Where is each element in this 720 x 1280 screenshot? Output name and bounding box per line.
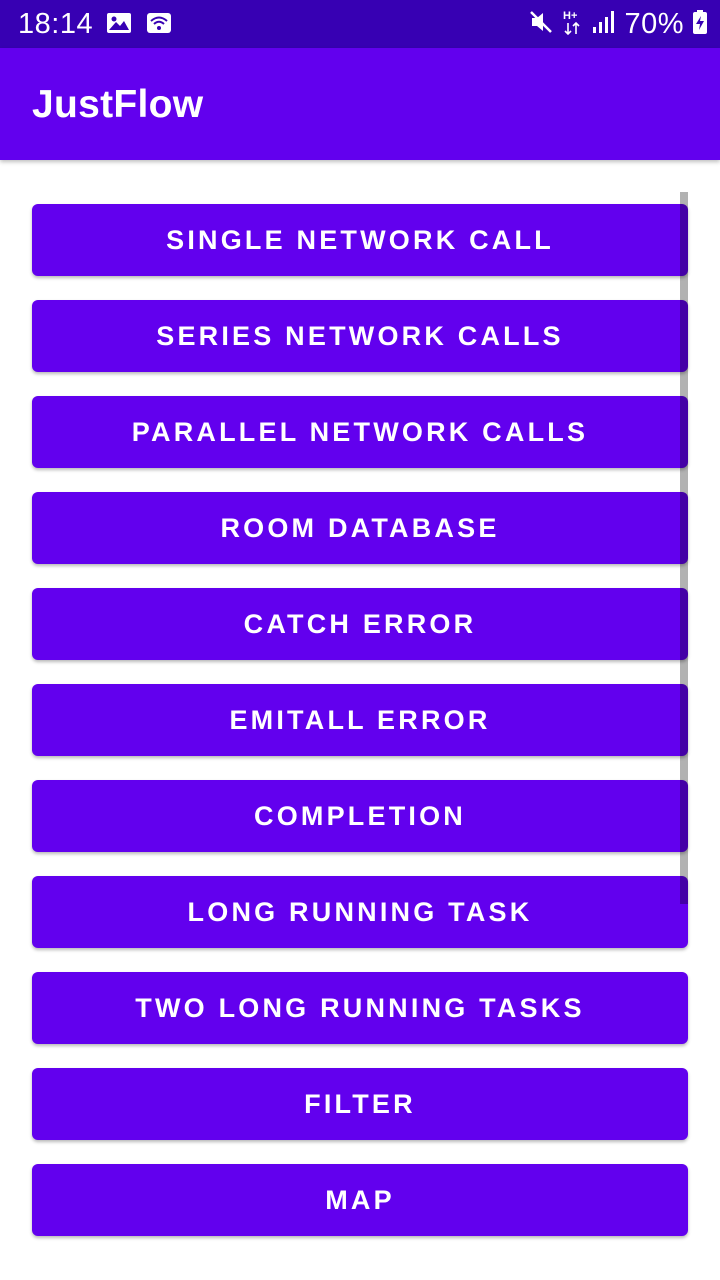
two-long-running-tasks-button[interactable]: TWO LONG RUNNING TASKS <box>32 972 688 1044</box>
signal-icon <box>592 9 616 40</box>
map-button[interactable]: MAP <box>32 1164 688 1236</box>
emitall-error-button[interactable]: EMITALL ERROR <box>32 684 688 756</box>
gallery-icon <box>106 12 132 39</box>
battery-percent: 70% <box>624 8 684 40</box>
series-network-calls-button[interactable]: SERIES NETWORK CALLS <box>32 300 688 372</box>
parallel-network-calls-button[interactable]: PARALLEL NETWORK CALLS <box>32 396 688 468</box>
svg-text:H+: H+ <box>563 10 577 22</box>
long-running-task-button[interactable]: LONG RUNNING TASK <box>32 876 688 948</box>
status-right-icons: H+ 70% <box>528 8 708 40</box>
filter-button[interactable]: FILTER <box>32 1068 688 1140</box>
catch-error-button[interactable]: CATCH ERROR <box>32 588 688 660</box>
battery-charging-icon <box>692 9 708 40</box>
room-database-button[interactable]: ROOM DATABASE <box>32 492 688 564</box>
hplus-data-icon: H+ <box>562 8 584 41</box>
completion-button[interactable]: COMPLETION <box>32 780 688 852</box>
status-time: 18:14 <box>18 8 94 40</box>
status-bar: 18:14 H+ 70% <box>0 0 720 48</box>
mute-icon <box>528 9 554 40</box>
app-bar: JustFlow <box>0 48 720 160</box>
button-list: SINGLE NETWORK CALL SERIES NETWORK CALLS… <box>32 204 688 1260</box>
scrollbar[interactable] <box>680 192 688 904</box>
app-title: JustFlow <box>32 83 204 126</box>
main-content: SINGLE NETWORK CALL SERIES NETWORK CALLS… <box>0 160 720 1280</box>
single-network-call-button[interactable]: SINGLE NETWORK CALL <box>32 204 688 276</box>
status-left-icons <box>106 12 172 39</box>
wifi-icon <box>146 12 172 39</box>
